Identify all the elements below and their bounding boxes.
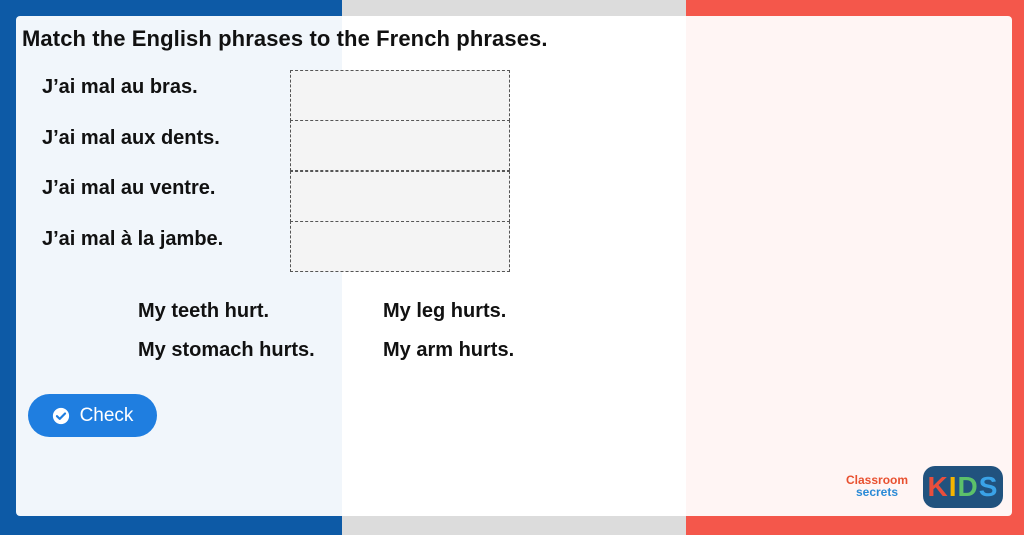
drop-zone[interactable]	[290, 70, 510, 121]
kids-letter: K	[927, 471, 949, 502]
check-button[interactable]: Check	[28, 394, 157, 437]
english-option[interactable]: My arm hurts.	[383, 339, 514, 362]
classroom-logo-line2: secrets	[855, 485, 899, 499]
french-phrase: J’ai mal aux dents.	[42, 127, 220, 149]
activity-title: Match the English phrases to the French …	[22, 26, 548, 51]
card-tint-red	[686, 16, 1012, 516]
drop-zone[interactable]	[290, 120, 510, 171]
kids-letter: D	[957, 471, 979, 502]
kids-logo: K I D S	[923, 466, 1003, 508]
drop-zone[interactable]	[290, 171, 510, 222]
english-option[interactable]: My stomach hurts.	[138, 339, 315, 362]
classroom-secrets-logo: Classroom secrets	[846, 474, 908, 498]
check-circle-icon	[52, 407, 69, 424]
activity-card: Match the English phrases to the French …	[16, 16, 1012, 516]
drop-zone[interactable]	[290, 221, 510, 272]
english-option[interactable]: My leg hurts.	[383, 300, 506, 323]
french-phrase: J’ai mal au bras.	[42, 76, 198, 98]
check-button-label: Check	[79, 404, 134, 426]
french-phrase: J’ai mal au ventre.	[42, 177, 216, 199]
kids-letter: I	[948, 471, 958, 502]
french-phrase: J’ai mal à la jambe.	[42, 228, 224, 250]
kids-letter: S	[978, 471, 999, 502]
english-option[interactable]: My teeth hurt.	[138, 300, 269, 323]
